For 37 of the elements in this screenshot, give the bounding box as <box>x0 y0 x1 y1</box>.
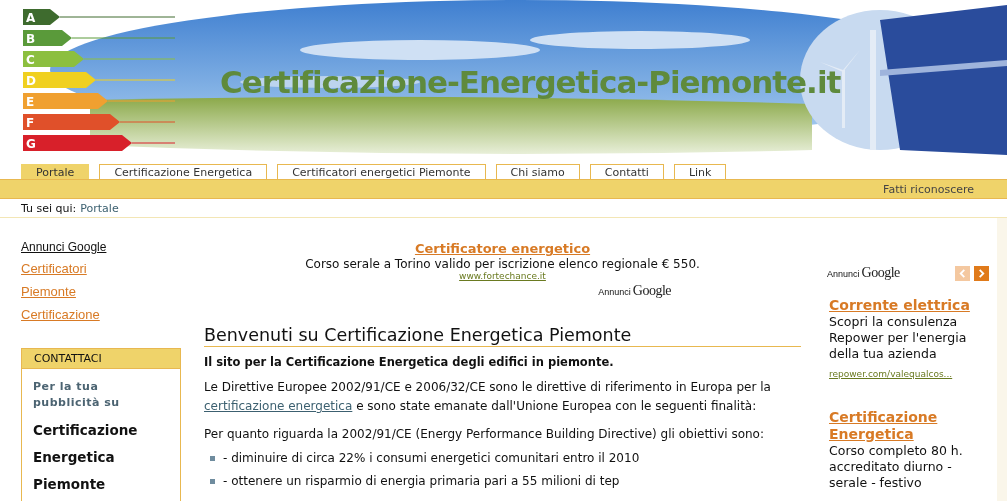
ads-label: Annunci <box>598 287 631 297</box>
contact-intro: Per la tua pubblicità su <box>33 379 121 411</box>
bullet-icon <box>210 478 215 484</box>
nav-tab[interactable]: Certificatori energetici Piemonte <box>277 164 486 179</box>
inline-link[interactable]: certificazione energetica <box>204 399 353 413</box>
contact-line: Piemonte <box>33 475 107 494</box>
breadcrumb-link[interactable]: Portale <box>80 201 119 215</box>
ads-brand: Google <box>632 283 671 299</box>
nav-tab[interactable]: Portale <box>21 164 90 179</box>
contact-line: Energetica <box>33 448 116 467</box>
breadcrumb-label: Tu sei qui: <box>21 201 77 215</box>
bullet-text: - diminuire di circa 22% i consumi energetici comunitari entro il 2010 <box>223 451 640 465</box>
ad-text: Scopri la consulenza Repower per l'energia della tua azienda <box>829 314 968 362</box>
nav-link[interactable]: Fatti riconoscere <box>883 182 974 196</box>
bullet-text: - ottenere un risparmio di energia primaria pari a 55 milioni di tep <box>223 474 620 488</box>
ads-brand: Google <box>861 265 900 281</box>
chevron-right-icon <box>977 268 986 278</box>
ads-title-link[interactable]: Annunci Google <box>21 240 107 254</box>
next-button[interactable] <box>974 265 989 281</box>
contact-box-title: CONTATTACI <box>22 349 180 369</box>
nav-tab[interactable]: Certificazione Energetica <box>99 164 268 179</box>
chevron-left-icon <box>958 268 967 278</box>
article-paragraph: Le Direttive Europee 2002/91/CE e 2006/32/CE sono le direttive di riferimento in Europa per la certificazione energetica e sono state emanate dall'Unione Europea con le seguenti finalità: <box>204 379 772 415</box>
ads-label: Annunci <box>827 269 860 279</box>
ad-text: Corso completo 80 h. accreditato diurno - serale - festivo <box>829 443 964 491</box>
ad-text: Corso serale a Torino valido per iscrizione elenco regionale € 550. <box>305 257 700 271</box>
ad-url-link[interactable]: www.fortechance.it <box>459 271 546 281</box>
bullet-icon <box>210 455 215 461</box>
nav-tab[interactable]: Chi siamo <box>495 164 580 179</box>
site-title: Certificazione-Energetica-Piemonte.it <box>220 64 841 100</box>
contact-line: Certificazione <box>33 421 139 440</box>
nav-tab[interactable]: Contatti <box>589 164 664 179</box>
article-paragraph: Per quanto riguarda la 2002/91/CE (Energy Performance Building Directive) gli obiettivi sono: <box>204 426 765 443</box>
nav-tab[interactable]: Link <box>673 164 727 179</box>
article-heading: Benvenuti su Certificazione Energetica Piemonte <box>204 325 801 347</box>
ad-url-link[interactable]: repower.com/valequalcos... <box>829 369 953 379</box>
article-lead: Il sito per la Certificazione Energetica degli edifici in piemonte. <box>204 355 615 369</box>
